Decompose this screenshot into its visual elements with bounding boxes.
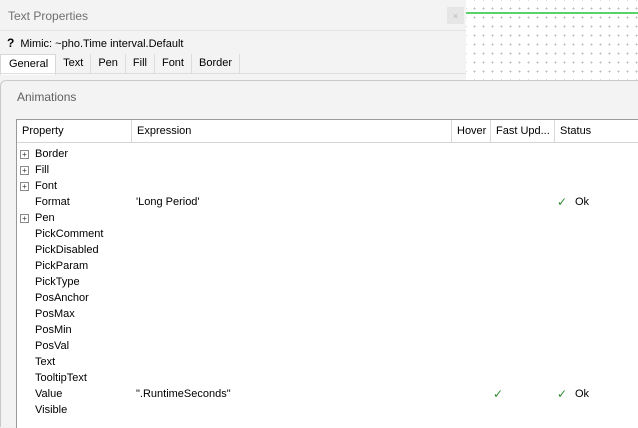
table-row[interactable]: PickComment	[17, 226, 638, 242]
table-row[interactable]: PickDisabled	[17, 242, 638, 258]
property-name: Visible	[35, 404, 68, 416]
column-header-property[interactable]: Property	[17, 120, 132, 142]
property-name: Fill	[35, 164, 50, 176]
divider	[0, 30, 466, 31]
tab-general[interactable]: General	[0, 54, 57, 75]
table-row[interactable]: Visible	[17, 402, 638, 418]
table-row[interactable]: PickParam	[17, 258, 638, 274]
table-row[interactable]: PickType	[17, 274, 638, 290]
property-name: PickParam	[35, 260, 89, 272]
table-row[interactable]: + Pen	[17, 210, 638, 226]
expand-icon[interactable]: +	[20, 182, 29, 191]
table-row[interactable]: PosMin	[17, 322, 638, 338]
animations-title: Animations	[17, 90, 77, 104]
close-icon[interactable]: ×	[447, 7, 464, 24]
property-name: Border	[35, 148, 69, 160]
expand-icon[interactable]: +	[20, 166, 29, 175]
expression-value[interactable]: ".RuntimeSeconds"	[136, 386, 231, 402]
property-name: PickType	[35, 276, 80, 288]
table-row[interactable]: + Font	[17, 178, 638, 194]
mimic-path-label: Mimic: ~pho.Time interval.Default	[20, 38, 184, 50]
grid-header: Property Expression Hover Fast Upd... St…	[17, 120, 638, 143]
hover-check-icon: ✓	[493, 387, 504, 401]
property-name: Text	[35, 356, 56, 368]
status-text: Ok	[575, 388, 590, 400]
column-header-expression[interactable]: Expression	[132, 120, 452, 142]
table-row[interactable]: Text	[17, 354, 638, 370]
text-properties-dialog: Text Properties × ? Mimic: ~pho.Time inte…	[0, 0, 466, 90]
animations-grid: Property Expression Hover Fast Upd... St…	[16, 119, 638, 428]
table-row[interactable]: TooltipText	[17, 370, 638, 386]
property-name: PickComment	[35, 228, 104, 240]
property-name: PickDisabled	[35, 244, 99, 256]
status-text: Ok	[575, 196, 590, 208]
table-row[interactable]: PosAnchor	[17, 290, 638, 306]
status-check-icon: ✓	[557, 195, 568, 209]
property-name: PosAnchor	[35, 292, 89, 304]
property-name: Font	[35, 180, 58, 192]
tab-text[interactable]: Text	[56, 54, 92, 74]
expression-value[interactable]: 'Long Period'	[136, 194, 200, 210]
animations-window: Animations Property Expression Hover Fas…	[0, 80, 638, 428]
property-name: Value	[35, 388, 63, 400]
status-check-icon: ✓	[557, 387, 568, 401]
table-row[interactable]: Value ".RuntimeSeconds" ✓ ✓ Ok	[17, 386, 638, 402]
property-name: PosMax	[35, 308, 75, 320]
table-row[interactable]: + Fill	[17, 162, 638, 178]
property-name: PosVal	[35, 340, 70, 352]
tab-pen[interactable]: Pen	[91, 54, 126, 74]
help-icon: ?	[7, 36, 15, 50]
property-tabs: General Text Pen Fill Font Border	[0, 54, 241, 75]
tab-font[interactable]: Font	[155, 54, 192, 74]
table-row[interactable]: PosMax	[17, 306, 638, 322]
table-row[interactable]: Format 'Long Period' ✓ Ok	[17, 194, 638, 210]
property-name: PosMin	[35, 324, 72, 336]
tab-fill[interactable]: Fill	[126, 54, 155, 74]
mimic-path: ? Mimic: ~pho.Time interval.Default	[7, 36, 183, 50]
column-header-hover[interactable]: Hover	[452, 120, 491, 142]
tab-border[interactable]: Border	[192, 54, 241, 74]
column-header-status[interactable]: Status	[555, 120, 638, 142]
expand-icon[interactable]: +	[20, 214, 29, 223]
property-name: TooltipText	[35, 372, 87, 384]
table-row[interactable]: PosVal	[17, 338, 638, 354]
property-name: Format	[35, 196, 70, 208]
dialog-title: Text Properties	[8, 9, 89, 23]
expand-icon[interactable]: +	[20, 150, 29, 159]
canvas-green-line	[466, 12, 638, 14]
column-header-fast-update[interactable]: Fast Upd...	[491, 120, 555, 142]
property-name: Pen	[35, 212, 55, 224]
table-row[interactable]: + Border	[17, 146, 638, 162]
tab-strip-divider	[0, 73, 466, 74]
